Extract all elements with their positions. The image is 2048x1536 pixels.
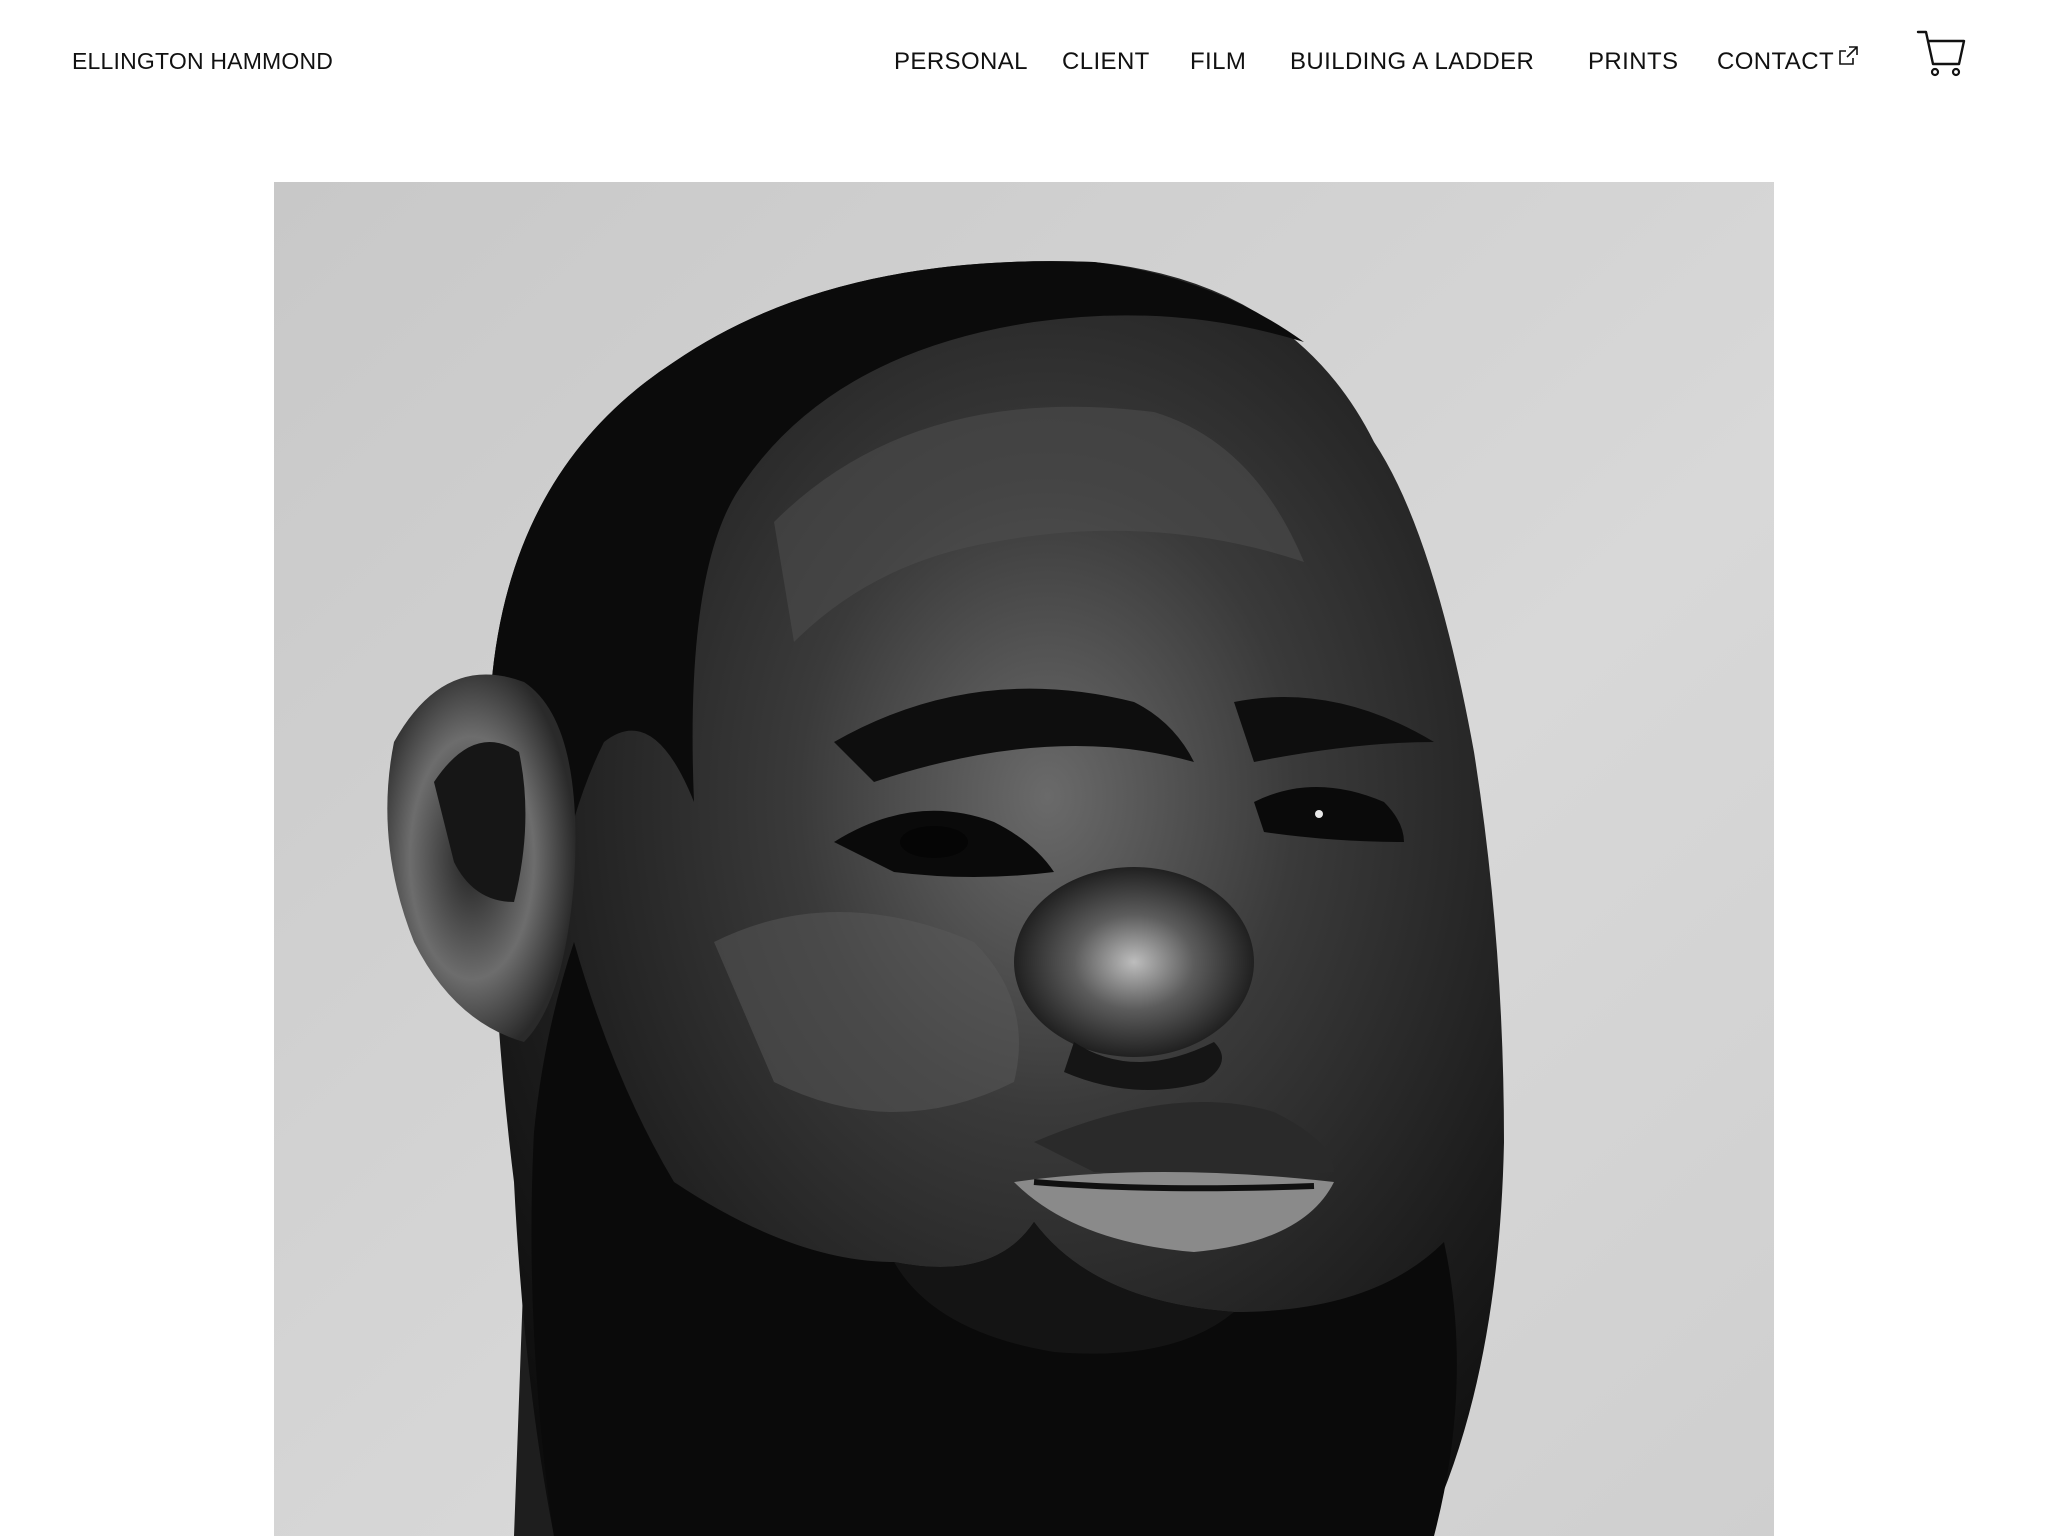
nav-prints[interactable]: PRINTS: [1588, 48, 1678, 76]
nav-contact[interactable]: CONTACT: [1717, 48, 1834, 76]
hero-portrait-image: [274, 182, 1774, 1536]
cart-icon[interactable]: [1912, 26, 1968, 82]
nav-building-a-ladder[interactable]: BUILDING A LADDER: [1290, 48, 1534, 76]
nav-client[interactable]: CLIENT: [1062, 48, 1150, 76]
brand-link[interactable]: ELLINGTON HAMMOND: [72, 48, 333, 75]
site-header: ELLINGTON HAMMOND PERSONAL CLIENT FILM B…: [0, 0, 2048, 124]
nav-personal[interactable]: PERSONAL: [894, 48, 1028, 76]
external-link-icon[interactable]: [1836, 44, 1860, 68]
nav-film[interactable]: FILM: [1190, 48, 1246, 76]
